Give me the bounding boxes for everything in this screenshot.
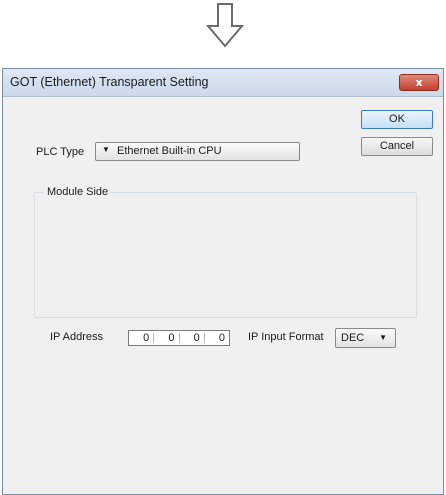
close-button[interactable]: x bbox=[399, 74, 439, 91]
ip-octet-4[interactable]: 0 bbox=[205, 331, 229, 345]
dropdown-arrow-icon: ▼ bbox=[102, 145, 110, 154]
module-side-title: Module Side bbox=[44, 186, 112, 198]
ip-octet-2[interactable]: 0 bbox=[154, 331, 178, 345]
ip-input-format-dropdown[interactable]: DEC ▼ bbox=[335, 328, 396, 348]
transparent-setting-dialog: GOT (Ethernet) Transparent Setting x OK … bbox=[2, 68, 444, 495]
title-bar: GOT (Ethernet) Transparent Setting x bbox=[3, 69, 443, 97]
ip-octet-3[interactable]: 0 bbox=[180, 331, 204, 345]
cancel-button[interactable]: Cancel bbox=[361, 137, 433, 156]
ip-address-field[interactable]: 0 0 0 0 bbox=[128, 330, 230, 346]
close-icon: x bbox=[415, 76, 423, 89]
plc-type-dropdown[interactable]: ▼ Ethernet Built-in CPU bbox=[95, 142, 300, 161]
dropdown-arrow-icon: ▼ bbox=[379, 333, 387, 342]
module-side-group bbox=[34, 192, 417, 318]
ok-button[interactable]: OK bbox=[361, 110, 433, 129]
plc-type-value: Ethernet Built-in CPU bbox=[117, 145, 222, 157]
down-arrow-icon bbox=[205, 3, 245, 48]
ip-input-format-value: DEC bbox=[341, 332, 365, 344]
ip-input-format-label: IP Input Format bbox=[248, 331, 324, 343]
plc-type-label: PLC Type bbox=[36, 146, 85, 158]
dialog-body: OK Cancel PLC Type ▼ Ethernet Built-in C… bbox=[3, 97, 443, 494]
dialog-title: GOT (Ethernet) Transparent Setting bbox=[10, 75, 209, 89]
ip-octet-1[interactable]: 0 bbox=[129, 331, 153, 345]
ip-address-label: IP Address bbox=[50, 331, 103, 343]
